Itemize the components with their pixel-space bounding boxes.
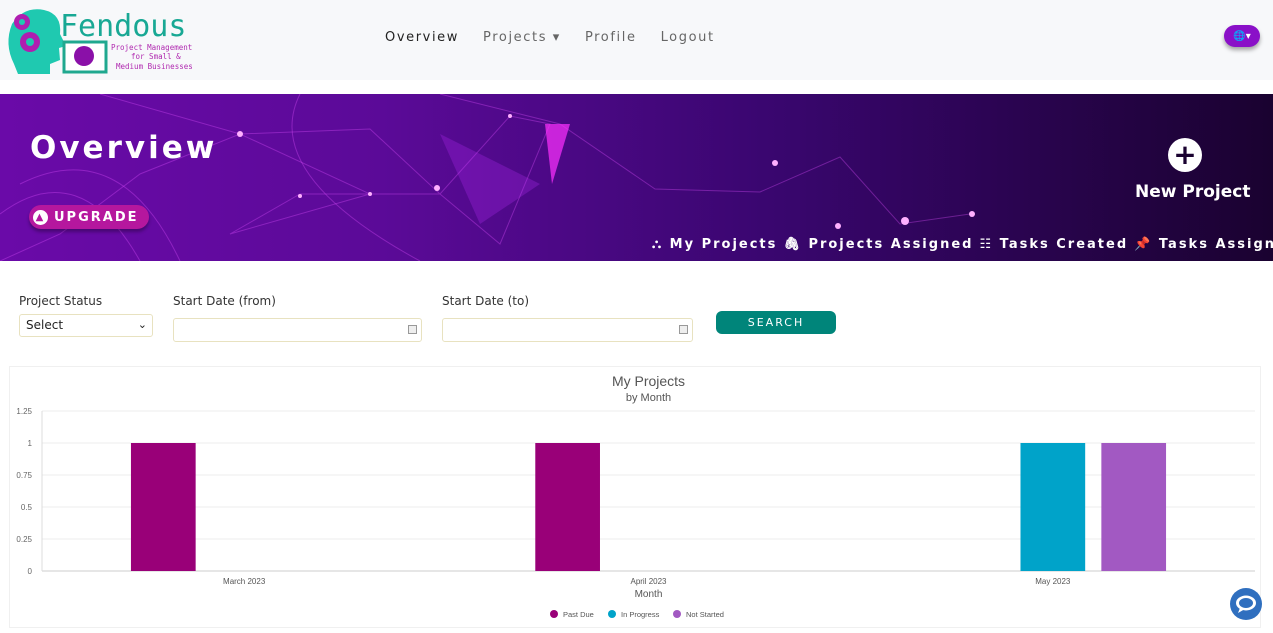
start-date-from-input[interactable] [173, 318, 422, 342]
y-tick-label: 1.25 [16, 407, 32, 416]
chevron-down-icon: ⌄ [137, 318, 147, 331]
upgrade-label: UPGRADE [54, 209, 139, 225]
new-project-label[interactable]: New Project [1135, 182, 1250, 202]
legend-label: Not Started [686, 610, 724, 619]
chart-subtitle: by Month [626, 392, 671, 404]
brand-name: Fendous [60, 9, 186, 44]
x-axis-label: Month [635, 589, 663, 600]
bar-in-progress [1020, 443, 1086, 571]
bar-past-due [535, 443, 600, 571]
chat-button[interactable] [1230, 588, 1262, 620]
chart-title: My Projects [612, 373, 685, 389]
legend-marker [550, 610, 558, 618]
svg-text:for Small &: for Small & [131, 52, 181, 61]
start-date-to-label: Start Date (to) [442, 294, 530, 308]
arrow-up-circle-icon: ▲ [33, 209, 48, 225]
search-button[interactable]: SEARCH [716, 311, 836, 334]
plus-icon: + [1173, 138, 1197, 171]
legend-label: In Progress [621, 610, 660, 619]
y-tick-label: 0.75 [16, 471, 32, 480]
overview-banner: Overview + New Project ⛬ My Projects 🖇 P… [0, 94, 1273, 261]
legend-marker [608, 610, 616, 618]
legend-marker [673, 610, 681, 618]
select-value: Select [26, 318, 64, 332]
x-tick-label: March 2023 [223, 577, 266, 586]
nav-logout[interactable]: Logout [661, 30, 715, 45]
y-tick-label: 1 [28, 439, 33, 448]
bar-past-due [130, 443, 196, 571]
y-tick-label: 0.5 [21, 503, 33, 512]
svg-text:Medium Businesses: Medium Businesses [116, 62, 193, 71]
project-status-label: Project Status [19, 294, 103, 308]
nav-projects-dropdown[interactable]: Projects ▾ [483, 30, 561, 45]
page-title: Overview [30, 130, 218, 166]
upgrade-button[interactable]: ▲ UPGRADE [29, 205, 149, 229]
my-projects-link[interactable]: ⛬ My Projects [652, 237, 777, 252]
network-background [0, 94, 975, 261]
language-button[interactable]: 🌐▾ [1224, 25, 1260, 47]
project-status-select[interactable]: Select ⌄ [19, 314, 153, 337]
quick-links: ⛬ My Projects 🖇 Projects Assigned ☷ Task… [652, 237, 1273, 252]
tasks-assigned-link[interactable]: 📌 Tasks Assigned [1134, 237, 1273, 252]
tasks-created-link[interactable]: ☷ Tasks Created [979, 237, 1128, 252]
nav-profile[interactable]: Profile [585, 30, 637, 45]
navbar: Fendous Project Management for Small & M… [0, 0, 1273, 80]
sitemap-icon: ⛬ [652, 237, 664, 252]
legend-label: Past Due [563, 610, 594, 619]
main-menu: Overview Projects ▾ Profile Logout [385, 30, 715, 45]
paperclip-icon: 🖇 [783, 237, 802, 252]
pin-icon: 📌 [1134, 237, 1153, 252]
globe-icon: 🌐▾ [1233, 30, 1251, 42]
fendous-logo[interactable]: Fendous Project Management for Small & M… [4, 4, 214, 76]
bar-not-started [1101, 443, 1167, 571]
y-tick-label: 0.25 [16, 535, 32, 544]
svg-text:Project Management: Project Management [111, 43, 192, 52]
nav-overview[interactable]: Overview [385, 30, 459, 45]
my-projects-chart: My Projects by Month 0 0.25 0.5 0.75 1 1.25 Marc… [9, 366, 1261, 628]
new-project-button[interactable]: + [1168, 138, 1202, 172]
start-date-from-label: Start Date (from) [173, 294, 276, 308]
x-tick-label: May 2023 [1035, 577, 1071, 586]
chat-bubble-icon [1236, 595, 1256, 613]
x-tick-label: April 2023 [630, 577, 667, 586]
calendar-icon[interactable] [408, 325, 417, 334]
y-tick-label: 0 [28, 567, 33, 576]
chart-svg: My Projects by Month 0 0.25 0.5 0.75 1 1.25 Marc… [16, 373, 1255, 619]
projects-assigned-link[interactable]: 🖇 Projects Assigned [783, 237, 973, 252]
list-check-icon: ☷ [979, 237, 994, 252]
start-date-to-input[interactable] [442, 318, 693, 342]
calendar-icon[interactable] [679, 325, 688, 334]
